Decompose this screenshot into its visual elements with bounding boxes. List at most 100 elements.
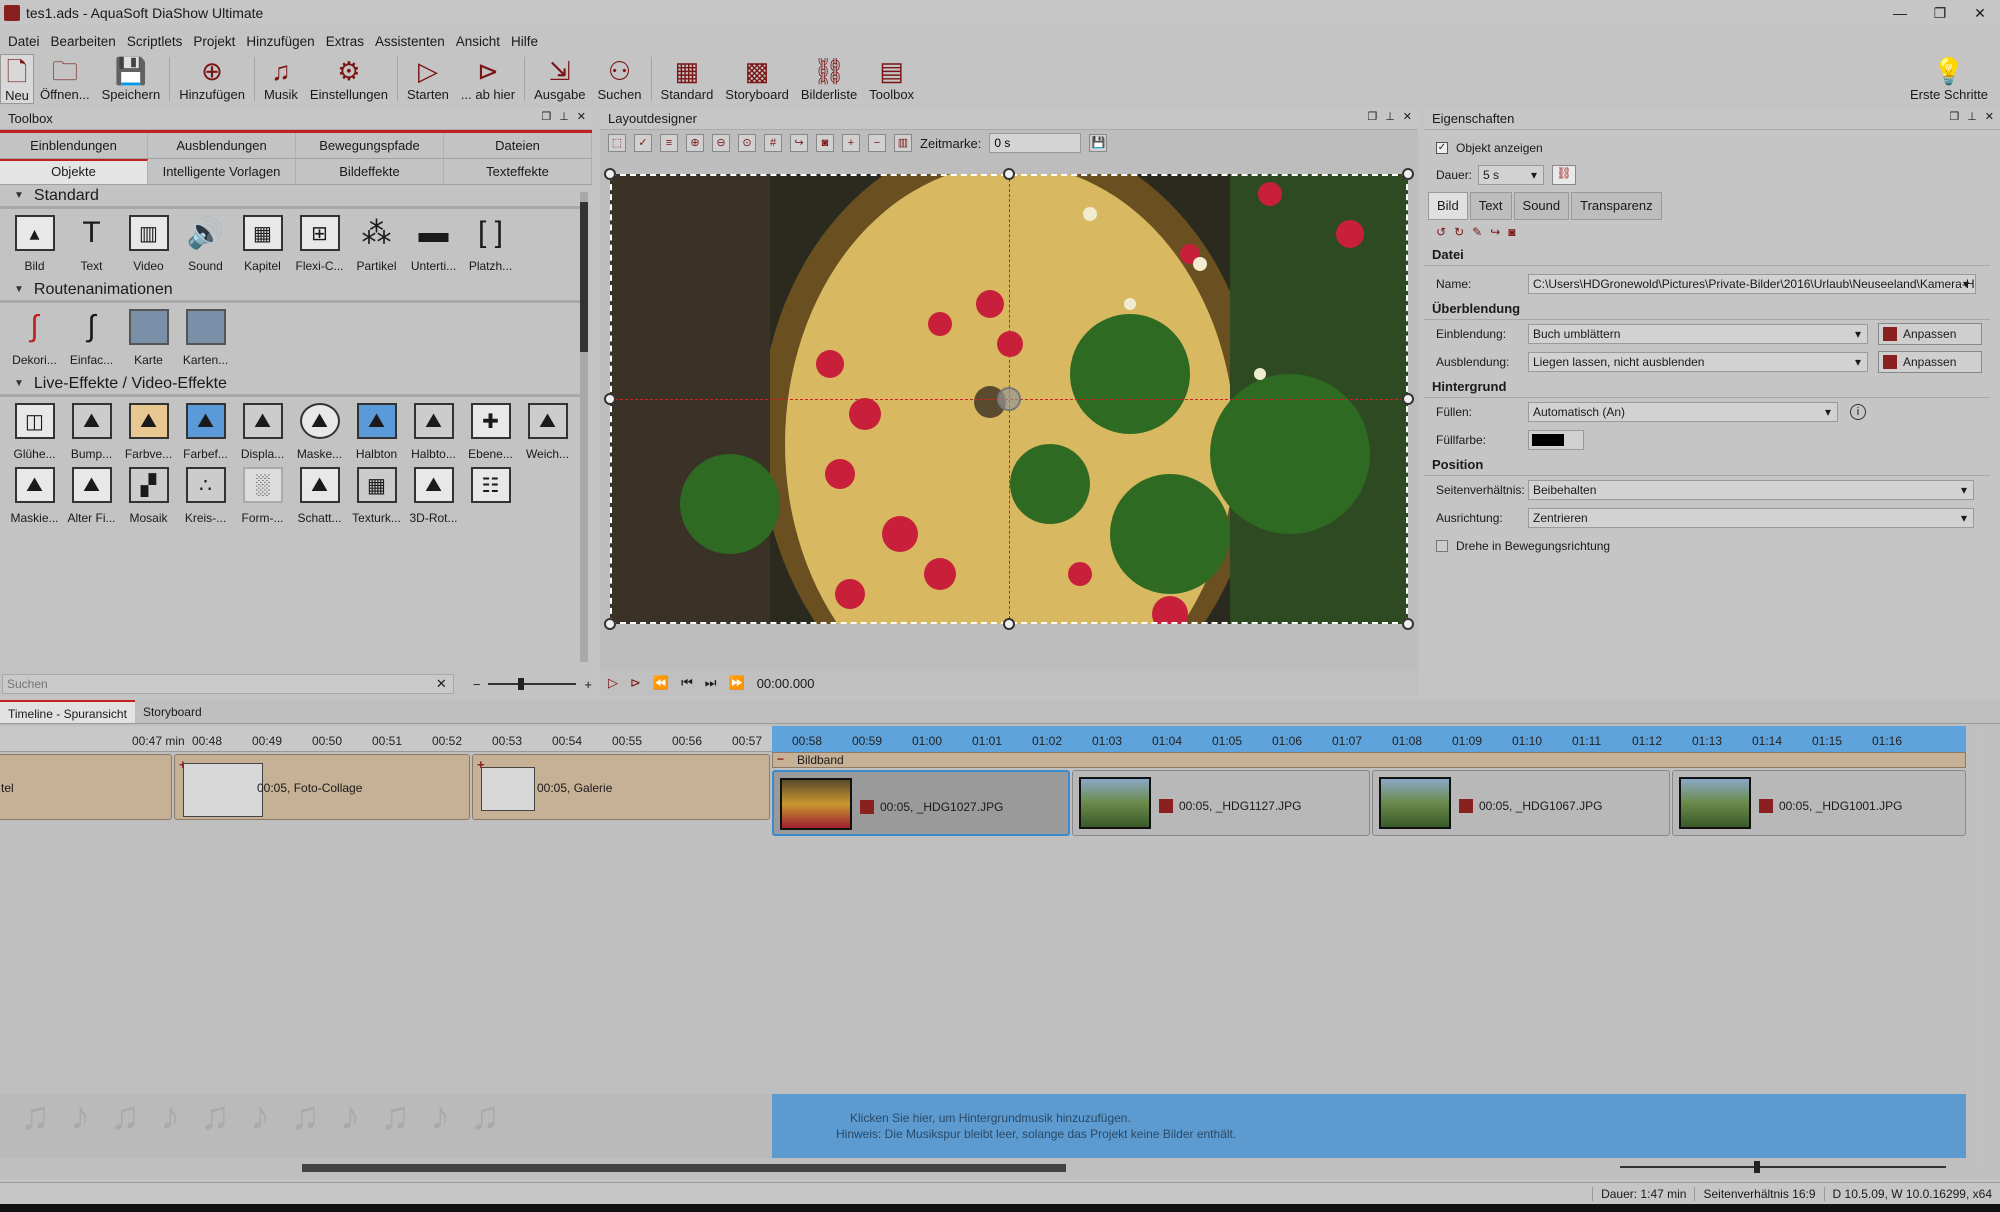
add-keyframe-icon[interactable]: +: [842, 134, 860, 152]
tab-sound[interactable]: Sound: [1513, 192, 1570, 220]
panel-pin-icon[interactable]: ⊥: [1385, 110, 1395, 123]
item-einfach[interactable]: ∫ Einfac...: [63, 309, 120, 367]
tab-intelligente-vorlagen[interactable]: Intelligente Vorlagen: [148, 159, 296, 184]
resize-handle-tl[interactable]: [604, 168, 616, 180]
ausblendung-select[interactable]: Liegen lassen, nicht ausblenden: [1528, 352, 1868, 372]
item-untertitel[interactable]: ▬ Unterti...: [405, 215, 462, 273]
panel-close-icon[interactable]: ✕: [1403, 110, 1412, 123]
item-3d-rotation[interactable]: ⛰ 3D-Rot...: [405, 467, 462, 525]
settings-button[interactable]: ⚙ Einstellungen: [304, 54, 394, 104]
time-ruler[interactable]: 00:47 min 00:48 00:49 00:50 00:51 00:52 00:53 0…: [0, 726, 1966, 752]
anchor-point-handle[interactable]: [997, 387, 1021, 411]
menu-ansicht[interactable]: Ansicht: [456, 34, 500, 49]
clip-title[interactable]: tel: [0, 754, 172, 820]
add-button[interactable]: ⊕ Hinzufügen: [173, 54, 251, 104]
collapse-icon[interactable]: −: [777, 752, 784, 766]
music-track-hint[interactable]: Klicken Sie hier, um Hintergrundmusik hi…: [772, 1094, 1966, 1158]
menu-hinzufuegen[interactable]: Hinzufügen: [246, 34, 314, 49]
rotate-left-icon[interactable]: ↺: [1436, 225, 1446, 239]
timeline-zoom-slider[interactable]: [1620, 1161, 1946, 1173]
check-tool-icon[interactable]: ✓: [634, 134, 652, 152]
timeline-horizontal-scrollbar[interactable]: [6, 1162, 1580, 1174]
item-mosaik[interactable]: ▞ Mosaik: [120, 467, 177, 525]
menu-scriptlets[interactable]: Scriptlets: [127, 34, 183, 49]
image-clip-3[interactable]: 00:05, _HDG1067.JPG: [1372, 770, 1670, 836]
tab-texteffekte[interactable]: Texteffekte: [444, 159, 592, 184]
panel-close-icon[interactable]: ✕: [577, 110, 586, 123]
new-button[interactable]: 🗋 Neu: [0, 54, 34, 104]
play-icon[interactable]: ▷: [608, 675, 618, 691]
info-icon[interactable]: i: [1850, 404, 1866, 420]
item-halbton-2[interactable]: ⛰ Halbto...: [405, 403, 462, 461]
tab-bild[interactable]: Bild: [1428, 192, 1468, 220]
tab-bewegungspfade[interactable]: Bewegungspfade: [296, 133, 444, 158]
item-platzhalter[interactable]: [ ] Platzh...: [462, 215, 519, 273]
file-name-field[interactable]: C:\Users\HDGronewold\Pictures\Private-Bi…: [1528, 274, 1976, 294]
menu-projekt[interactable]: Projekt: [193, 34, 235, 49]
path-tool-icon[interactable]: ↪: [790, 134, 808, 152]
search-button[interactable]: ⚇ Suchen: [591, 54, 647, 104]
item-bild[interactable]: ▴ Bild: [6, 215, 63, 273]
tab-dateien[interactable]: Dateien: [444, 133, 592, 158]
tab-objekte[interactable]: Objekte: [0, 159, 148, 184]
tab-storyboard[interactable]: Storyboard: [135, 700, 210, 723]
zoom-in-tool-icon[interactable]: ⊕: [686, 134, 704, 152]
item-adjust[interactable]: ☷: [462, 467, 519, 525]
save-button[interactable]: 💾 Speichern: [96, 54, 167, 104]
item-farbeffekt[interactable]: ⛰ Farbef...: [177, 403, 234, 461]
music-track-empty[interactable]: ♫♪♫♪♫♪♫♪♫♪♫: [0, 1094, 772, 1158]
resize-handle-r[interactable]: [1402, 393, 1414, 405]
tab-bildeffekte[interactable]: Bildeffekte: [296, 159, 444, 184]
clear-search-icon[interactable]: ✕: [436, 676, 447, 692]
show-object-checkbox[interactable]: ✓: [1436, 142, 1448, 154]
tab-ausblendungen[interactable]: Ausblendungen: [148, 133, 296, 158]
fill-color-picker[interactable]: [1528, 430, 1584, 450]
item-text[interactable]: T Text: [63, 215, 120, 273]
resize-handle-bl[interactable]: [604, 618, 616, 630]
item-alter-film[interactable]: ⛰ Alter Fi...: [63, 467, 120, 525]
dauer-input[interactable]: 5 s: [1478, 165, 1544, 185]
zoom-in-icon[interactable]: +: [584, 677, 592, 692]
item-ebene[interactable]: ✚ Ebene...: [462, 403, 519, 461]
item-halbton[interactable]: ⛰ Halbton: [348, 403, 405, 461]
list-tool-icon[interactable]: ≡: [660, 134, 678, 152]
ausrichtung-select[interactable]: Zentrieren: [1528, 508, 1974, 528]
play-from-here-icon[interactable]: ⊳: [630, 675, 641, 691]
grid-tool-icon[interactable]: #: [764, 134, 782, 152]
panel-restore-icon[interactable]: ❐: [1949, 110, 1959, 123]
section-routenanimationen[interactable]: Routenanimationen: [0, 279, 580, 303]
edit-icon[interactable]: ✎: [1472, 225, 1482, 239]
path-icon[interactable]: ↪: [1490, 225, 1500, 239]
open-button[interactable]: 🗀 Öffnen...: [34, 54, 96, 104]
resize-handle-t[interactable]: [1003, 168, 1015, 180]
item-bump[interactable]: ⛰ Bump...: [63, 403, 120, 461]
minimize-button[interactable]: —: [1880, 0, 1920, 26]
timeline-vertical-scrollbar[interactable]: [1970, 728, 1984, 1168]
menu-extras[interactable]: Extras: [326, 34, 364, 49]
item-schatten[interactable]: ⛰ Schatt...: [291, 467, 348, 525]
camera-icon[interactable]: ◙: [1508, 225, 1515, 239]
seitenverhaeltnis-select[interactable]: Beibehalten: [1528, 480, 1974, 500]
step-back-icon[interactable]: ⏮: [681, 675, 693, 691]
storyboard-view-button[interactable]: ▩ Storyboard: [719, 54, 795, 104]
close-button[interactable]: ✕: [1960, 0, 2000, 26]
menu-datei[interactable]: Datei: [8, 34, 40, 49]
tab-einblendungen[interactable]: Einblendungen: [0, 133, 148, 158]
item-farbverlauf[interactable]: ⛰ Farbve...: [120, 403, 177, 461]
image-clip-2[interactable]: 00:05, _HDG1127.JPG: [1072, 770, 1370, 836]
select-tool-icon[interactable]: ⬚: [608, 134, 626, 152]
resize-handle-br[interactable]: [1402, 618, 1414, 630]
item-karten-route[interactable]: Karten...: [177, 309, 234, 367]
standard-view-button[interactable]: ▦ Standard: [655, 54, 720, 104]
item-flexi-collage[interactable]: ⊞ Flexi-C...: [291, 215, 348, 273]
camera-tool-icon[interactable]: ◙: [816, 134, 834, 152]
zoom-out-tool-icon[interactable]: ⊖: [712, 134, 730, 152]
tab-text[interactable]: Text: [1469, 192, 1512, 220]
item-partikel[interactable]: ⁂ Partikel: [348, 215, 405, 274]
resize-handle-l[interactable]: [604, 393, 616, 405]
resize-handle-tr[interactable]: [1402, 168, 1414, 180]
icon-size-slider[interactable]: [488, 678, 577, 690]
item-texturkorrektur[interactable]: ▦ Texturk...: [348, 467, 405, 525]
resize-handle-b[interactable]: [1003, 618, 1015, 630]
item-maskieren[interactable]: ⛰ Maskie...: [6, 467, 63, 525]
